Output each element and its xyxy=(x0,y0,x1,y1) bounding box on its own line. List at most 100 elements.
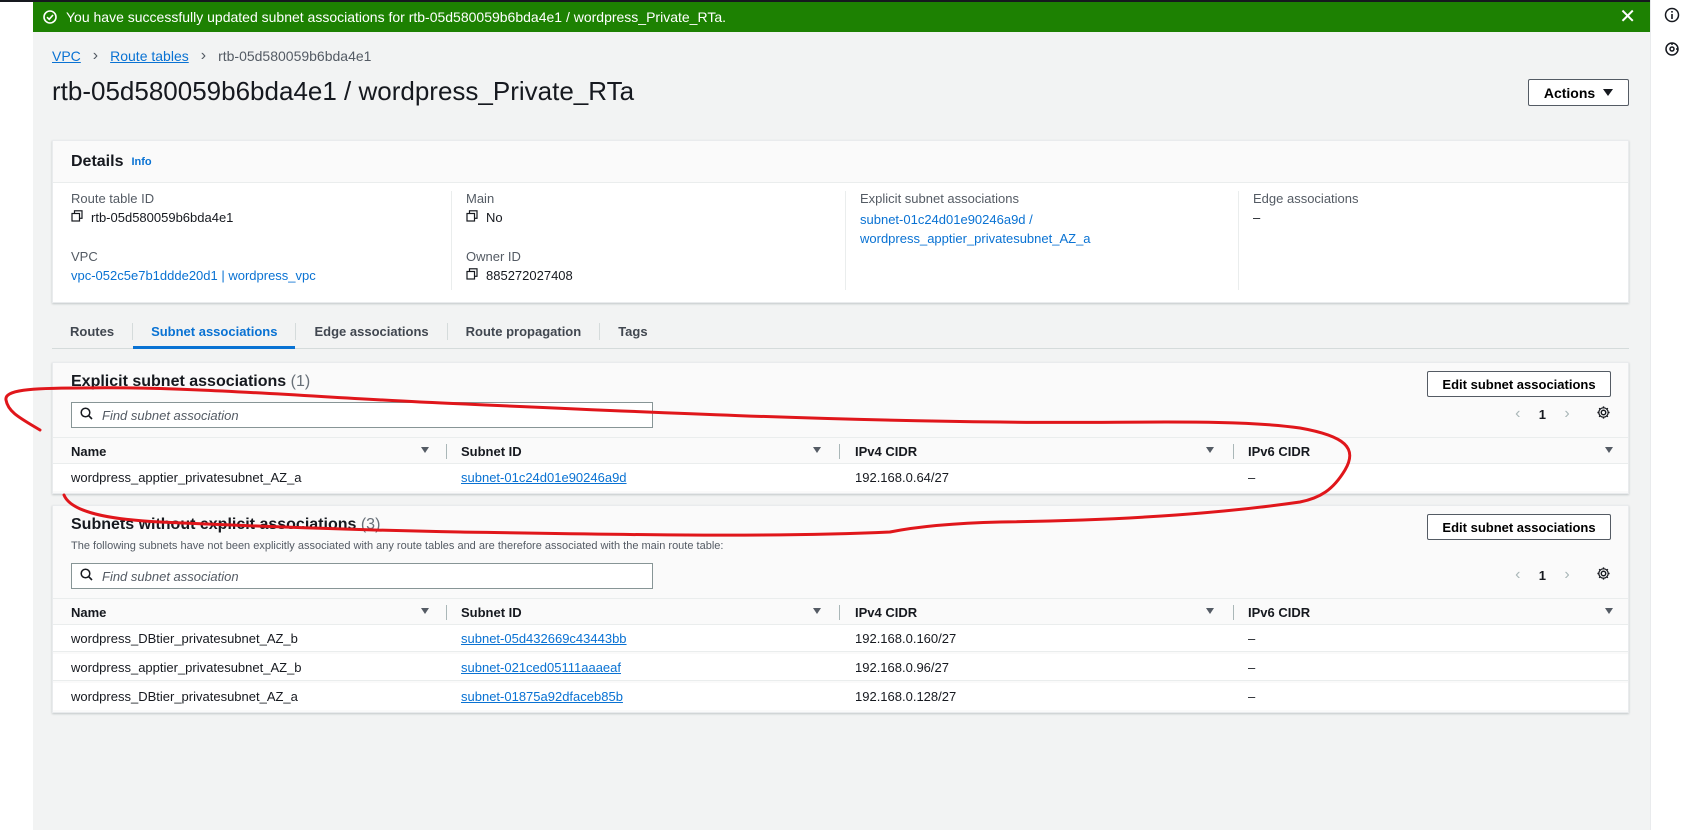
search-placeholder: Find subnet association xyxy=(102,568,239,584)
table-row: wordpress_DBtier_privatesubnet_AZ_a subn… xyxy=(53,683,1628,710)
gear-icon[interactable] xyxy=(1596,405,1611,423)
owner-value: 885272027408 xyxy=(466,268,845,283)
column-separator xyxy=(839,444,840,459)
column-header-ipv6[interactable]: IPv6 CIDR xyxy=(1248,438,1627,465)
info-link[interactable]: Info xyxy=(131,156,151,168)
sort-caret-icon xyxy=(1206,608,1214,614)
cell-name: wordpress_apptier_privatesubnet_AZ_b xyxy=(71,660,302,675)
main-label: Main xyxy=(466,191,495,206)
vpc-label: VPC xyxy=(71,249,98,264)
check-circle-icon xyxy=(43,10,57,24)
route-table-id-value: rtb-05d580059b6bda4e1 xyxy=(71,210,451,225)
column-label: Name xyxy=(71,444,107,459)
explicit-associations-label: Explicit subnet associations xyxy=(860,191,1019,206)
breadcrumb: VPC › Route tables › rtb-05d580059b6bda4… xyxy=(52,47,371,65)
cell-ipv6: – xyxy=(1248,689,1256,704)
sort-caret-icon xyxy=(421,608,429,614)
column-separator xyxy=(446,444,447,459)
breadcrumb-separator: › xyxy=(200,47,207,64)
chevron-left-icon[interactable]: ‹ xyxy=(1509,405,1527,423)
column-header-name[interactable]: Name xyxy=(71,599,443,626)
column-header-ipv4[interactable]: IPv4 CIDR xyxy=(855,438,1228,465)
subnet-id-link[interactable]: subnet-01875a92dfaceb85b xyxy=(461,689,623,704)
tab-subnet-associations[interactable]: Subnet associations xyxy=(133,315,296,349)
tab-route-propagation[interactable]: Route propagation xyxy=(448,315,600,348)
breadcrumb-vpc[interactable]: VPC xyxy=(52,48,81,64)
subnet-id-link[interactable]: subnet-01c24d01e90246a9d xyxy=(461,470,627,485)
chevron-left-icon[interactable]: ‹ xyxy=(1509,566,1527,584)
table-row: wordpress_apptier_privatesubnet_AZ_a sub… xyxy=(53,464,1628,491)
column-header-subnet-id[interactable]: Subnet ID xyxy=(461,438,835,465)
details-col-3: Explicit subnet associations subnet-01c2… xyxy=(845,191,1238,290)
cell-ipv4: 192.168.0.96/27 xyxy=(855,660,949,675)
cell-ipv6: – xyxy=(1248,470,1256,485)
info-icon[interactable] xyxy=(1663,6,1681,24)
details-col-1: Route table ID rtb-05d580059b6bda4e1 VPC… xyxy=(53,191,451,290)
edge-associations-value: – xyxy=(1253,210,1261,225)
column-label: IPv4 CIDR xyxy=(855,444,918,459)
pagination: ‹ 1 › xyxy=(1509,405,1611,423)
explicit-association-line-1: subnet-01c24d01e90246a9d / xyxy=(860,212,1033,227)
details-col-2: Main No Owner ID 885272027408 xyxy=(451,191,845,290)
sort-caret-icon xyxy=(1206,447,1214,453)
without-title-text: Subnets without explicit associations xyxy=(71,516,357,533)
without-associations-title: Subnets without explicit associations (3… xyxy=(71,516,380,534)
sort-caret-icon xyxy=(1605,447,1613,453)
column-separator xyxy=(1233,444,1234,459)
tab-bar: Routes Subnet associations Edge associat… xyxy=(52,315,1629,349)
page-number[interactable]: 1 xyxy=(1539,568,1546,583)
vpc-link[interactable]: vpc-052c5e7b1ddde20d1 | wordpress_vpc xyxy=(71,268,451,283)
edit-subnet-associations-button[interactable]: Edit subnet associations xyxy=(1427,371,1611,397)
breadcrumb-route-tables[interactable]: Route tables xyxy=(110,48,189,64)
without-associations-panel: Subnets without explicit associations (3… xyxy=(52,505,1629,713)
breadcrumb-current: rtb-05d580059b6bda4e1 xyxy=(218,48,372,64)
column-header-subnet-id[interactable]: Subnet ID xyxy=(461,599,835,626)
details-col-4: Edge associations – xyxy=(1238,191,1628,290)
search-input[interactable]: Find subnet association xyxy=(71,563,653,589)
settings-circle-icon[interactable] xyxy=(1663,40,1681,58)
copy-icon[interactable] xyxy=(466,268,478,283)
table-header: Name Subnet ID IPv4 CIDR IPv6 CIDR xyxy=(53,598,1628,625)
column-separator xyxy=(1233,605,1234,620)
explicit-association-link[interactable]: subnet-01c24d01e90246a9d / wordpress_app… xyxy=(860,210,1238,248)
owner-label: Owner ID xyxy=(466,249,521,264)
subnet-id-link[interactable]: subnet-05d432669c43443bb xyxy=(461,631,627,646)
column-header-name[interactable]: Name xyxy=(71,438,443,465)
details-panel: Details Info Route table ID rtb-05d58005… xyxy=(52,140,1629,303)
main: No xyxy=(486,210,503,225)
table-header: Name Subnet ID IPv4 CIDR IPv6 CIDR xyxy=(53,437,1628,464)
edit-subnet-associations-button[interactable]: Edit subnet associations xyxy=(1427,514,1611,540)
cell-ipv4: 192.168.0.128/27 xyxy=(855,689,957,704)
without-count: (3) xyxy=(360,516,381,533)
page-number[interactable]: 1 xyxy=(1539,407,1546,422)
copy-icon[interactable] xyxy=(466,210,478,225)
column-separator xyxy=(446,605,447,620)
explicit-association-line-2: wordpress_apptier_privatesubnet_AZ_a xyxy=(860,231,1091,246)
tab-tags[interactable]: Tags xyxy=(600,315,665,348)
cell-ipv6: – xyxy=(1248,660,1256,675)
close-icon[interactable]: ✕ xyxy=(1619,7,1636,27)
search-placeholder: Find subnet association xyxy=(102,407,239,423)
cell-ipv4: 192.168.0.64/27 xyxy=(855,470,949,485)
tab-routes[interactable]: Routes xyxy=(52,315,132,348)
cell-name: wordpress_apptier_privatesubnet_AZ_a xyxy=(71,470,302,485)
explicit-count: (1) xyxy=(290,373,311,390)
actions-button[interactable]: Actions xyxy=(1528,79,1629,106)
tab-edge-associations[interactable]: Edge associations xyxy=(296,315,446,348)
breadcrumb-separator: › xyxy=(92,47,99,64)
column-header-ipv4[interactable]: IPv4 CIDR xyxy=(855,599,1228,626)
pagination: ‹ 1 › xyxy=(1509,566,1611,584)
search-input[interactable]: Find subnet association xyxy=(71,402,653,428)
without-associations-description: The following subnets have not been expl… xyxy=(71,540,724,552)
copy-icon[interactable] xyxy=(71,210,83,225)
left-margin xyxy=(0,0,33,830)
cell-name: wordpress_DBtier_privatesubnet_AZ_b xyxy=(71,631,298,646)
explicit-associations-panel: Explicit subnet associations (1) Edit su… xyxy=(52,362,1629,494)
chevron-right-icon[interactable]: › xyxy=(1558,566,1576,584)
column-header-ipv6[interactable]: IPv6 CIDR xyxy=(1248,599,1627,626)
actions-label: Actions xyxy=(1543,84,1596,101)
gear-icon[interactable] xyxy=(1596,566,1611,584)
route-table-id: rtb-05d580059b6bda4e1 xyxy=(91,210,234,225)
chevron-right-icon[interactable]: › xyxy=(1558,405,1576,423)
subnet-id-link[interactable]: subnet-021ced05111aaaeaf xyxy=(461,660,621,675)
